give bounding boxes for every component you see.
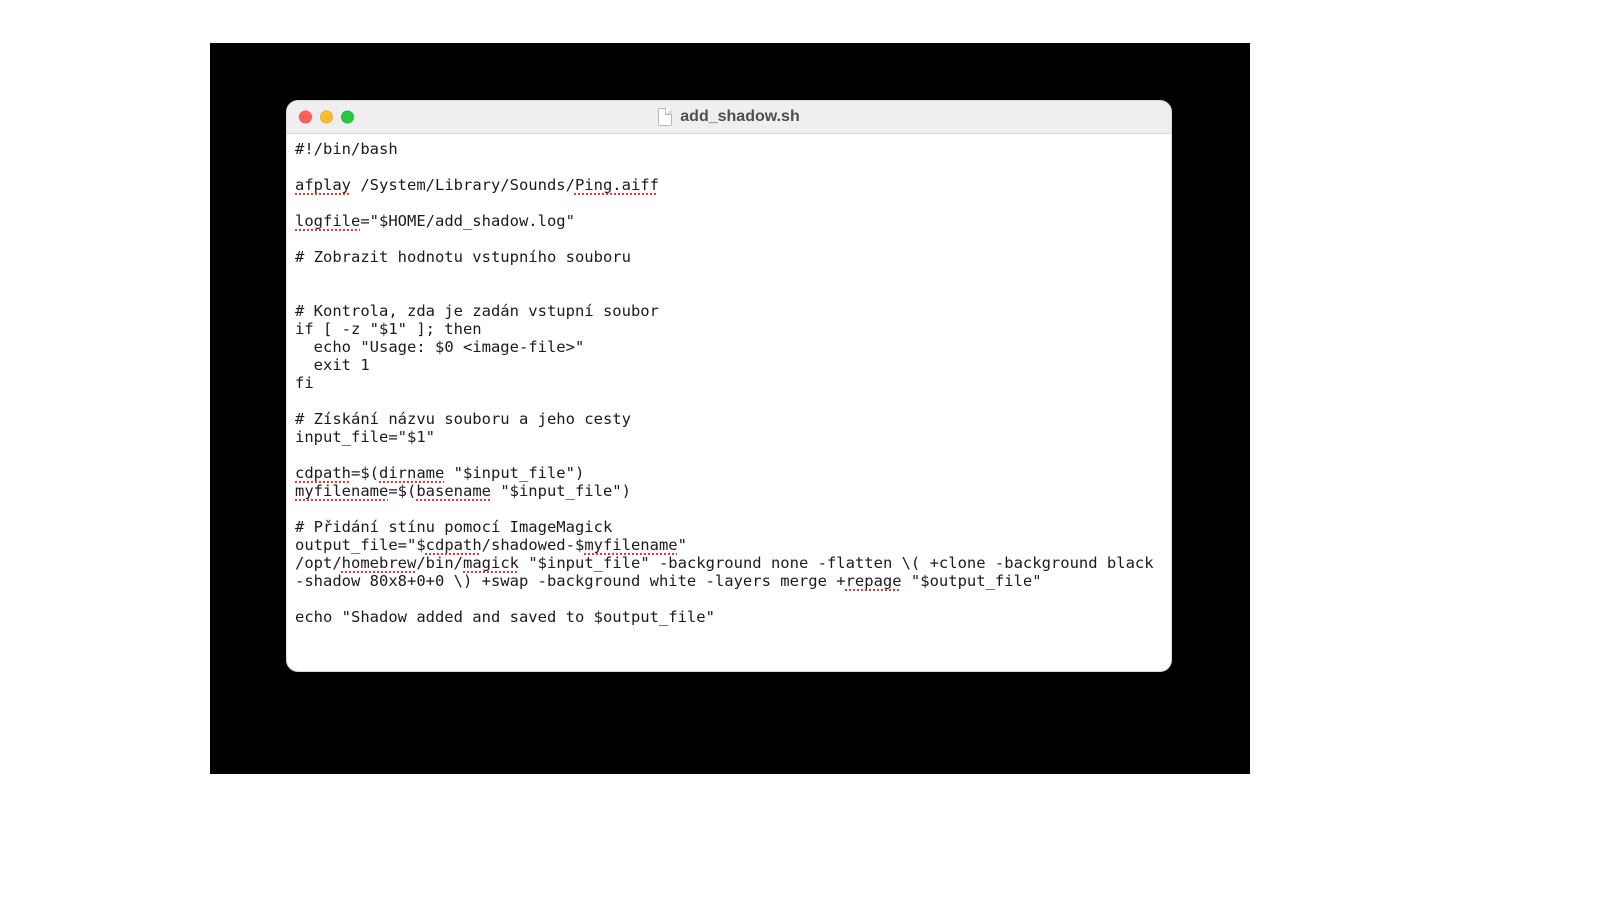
close-icon[interactable]: [299, 111, 312, 124]
document-body[interactable]: #!/bin/bash afplay /System/Library/Sound…: [287, 134, 1171, 671]
zoom-icon[interactable]: [341, 111, 354, 124]
title-center: add_shadow.sh: [658, 108, 799, 126]
window-title: add_shadow.sh: [680, 109, 799, 125]
titlebar[interactable]: add_shadow.sh: [287, 101, 1171, 134]
traffic-lights: [299, 111, 354, 124]
canvas: add_shadow.sh #!/bin/bash afplay /System…: [0, 0, 1600, 900]
document-icon: [658, 108, 672, 126]
code-content[interactable]: #!/bin/bash afplay /System/Library/Sound…: [295, 140, 1163, 626]
editor-window: add_shadow.sh #!/bin/bash afplay /System…: [286, 100, 1172, 672]
minimize-icon[interactable]: [320, 111, 333, 124]
